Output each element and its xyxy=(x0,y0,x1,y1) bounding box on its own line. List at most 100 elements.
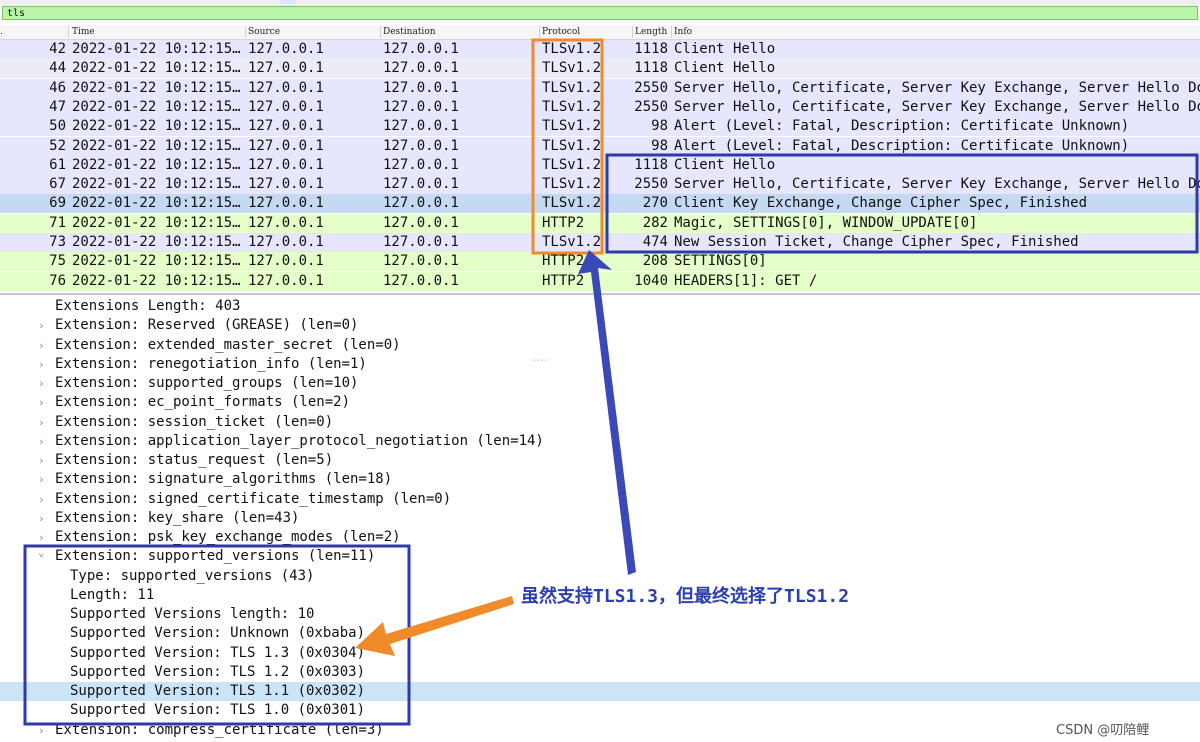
toolbar-tab[interactable] xyxy=(280,0,296,4)
detail-tree-item[interactable]: › Extension: supported_groups (len=10) xyxy=(0,374,1200,393)
detail-text: Extension: compress_certificate (len=3) xyxy=(55,721,384,738)
packet-row[interactable]: 52 2022-01-22 10:12:15… 127.0.0.1 127.0.0.1… xyxy=(0,136,1200,156)
footer-credit: CSDN @叨陪鲤 xyxy=(1056,723,1150,738)
column-header-time[interactable]: Time xyxy=(72,27,95,37)
packet-protocol: HTTP2 xyxy=(542,253,585,270)
packet-row[interactable]: 61 2022-01-22 10:12:15… 127.0.0.1 127.0.0.1… xyxy=(0,155,1200,175)
packet-row[interactable]: 67 2022-01-22 10:12:15… 127.0.0.1 127.0.0.1… xyxy=(0,175,1200,195)
packet-protocol: TLSv1.2 xyxy=(542,137,602,154)
packet-row[interactable]: 75 2022-01-22 10:12:15… 127.0.0.1 127.0.0.1… xyxy=(0,252,1200,272)
packet-length: 2550 xyxy=(634,176,668,193)
packet-info: Server Hello, Certificate, Server Key Ex… xyxy=(674,176,1200,193)
packet-protocol: HTTP2 xyxy=(542,214,585,231)
detail-tree-item[interactable]: › Extension: Reserved (GREASE) (len=0) xyxy=(0,316,1200,335)
chevron-right-icon[interactable]: › xyxy=(38,490,45,509)
display-filter-input[interactable]: tls xyxy=(2,6,1198,20)
packet-source: 127.0.0.1 xyxy=(248,156,324,173)
detail-tree-item[interactable]: › Extension: renegotiation_info (len=1) xyxy=(0,355,1200,374)
packet-source: 127.0.0.1 xyxy=(248,98,324,115)
packet-row[interactable]: 76 2022-01-22 10:12:15… 127.0.0.1 127.0.0.1… xyxy=(0,271,1200,291)
packet-row[interactable]: 46 2022-01-22 10:12:15… 127.0.0.1 127.0.0.1… xyxy=(0,78,1200,98)
detail-tree-item[interactable]: › Extension: key_share (len=43) xyxy=(0,509,1200,528)
pane-splitter[interactable] xyxy=(0,293,1200,295)
detail-text: Type: supported_versions (43) xyxy=(70,567,315,584)
detail-tree-item[interactable]: › Extension: signature_algorithms (len=18… xyxy=(0,470,1200,489)
detail-tree-item[interactable]: Supported Version: TLS 1.0 (0x0301) xyxy=(0,701,1200,720)
detail-tree-item[interactable]: › Extension: extended_master_secret (len=… xyxy=(0,336,1200,355)
packet-info: New Session Ticket, Change Cipher Spec, … xyxy=(674,234,1079,250)
chevron-right-icon[interactable]: › xyxy=(38,355,45,374)
detail-text: Extensions Length: 403 xyxy=(55,298,241,314)
column-header-protocol[interactable]: Protocol xyxy=(542,27,580,37)
packet-row[interactable]: 73 2022-01-22 10:12:15… 127.0.0.1 127.0.0.1… xyxy=(0,233,1200,252)
chevron-right-icon[interactable]: › xyxy=(38,451,45,470)
chevron-right-icon[interactable]: › xyxy=(38,413,45,432)
column-header-source[interactable]: Source xyxy=(248,27,280,37)
packet-row[interactable]: 69 2022-01-22 10:12:15… 127.0.0.1 127.0.0.1… xyxy=(0,194,1200,214)
packet-destination: 127.0.0.1 xyxy=(383,234,459,250)
chevron-right-icon[interactable]: › xyxy=(38,316,45,335)
detail-tree-item[interactable]: ⌄ Extension: supported_versions (len=11) xyxy=(0,546,1200,566)
packet-length: 1118 xyxy=(634,41,668,57)
chevron-right-icon[interactable]: › xyxy=(38,336,45,355)
chevron-right-icon[interactable]: › xyxy=(38,470,45,489)
chevron-right-icon[interactable]: › xyxy=(38,432,45,451)
detail-tree-item[interactable]: Supported Version: TLS 1.2 (0x0303) xyxy=(0,663,1200,682)
packet-length: 2550 xyxy=(634,79,668,96)
detail-text: Extension: supported_groups (len=10) xyxy=(55,375,359,391)
packet-time: 2022-01-22 10:12:15… xyxy=(72,214,241,231)
packet-list: 42 2022-01-22 10:12:15… 127.0.0.1 127.0.0.1… xyxy=(0,40,1200,292)
packet-info: SETTINGS[0] xyxy=(674,253,767,270)
packet-time: 2022-01-22 10:12:15… xyxy=(72,176,241,193)
packet-number: 69 xyxy=(49,195,66,212)
column-header-no[interactable]: . xyxy=(0,27,6,37)
detail-tree-item[interactable]: Supported Version: TLS 1.1 (0x0302) xyxy=(0,682,1200,701)
column-header-destination[interactable]: Destination xyxy=(383,27,436,37)
detail-text: Extension: application_layer_protocol_ne… xyxy=(55,432,544,449)
detail-text: Extension: Reserved (GREASE) (len=0) xyxy=(55,317,359,334)
packet-protocol: TLSv1.2 xyxy=(542,234,602,250)
packet-row[interactable]: 71 2022-01-22 10:12:15… 127.0.0.1 127.0.0.1… xyxy=(0,213,1200,233)
packet-destination: 127.0.0.1 xyxy=(383,195,459,212)
packet-row[interactable]: 50 2022-01-22 10:12:15… 127.0.0.1 127.0.0.1… xyxy=(0,117,1200,137)
packet-row[interactable]: 42 2022-01-22 10:12:15… 127.0.0.1 127.0.0.1… xyxy=(0,40,1200,59)
detail-text: Supported Version: Unknown (0xbaba) xyxy=(70,625,366,642)
packet-number: 75 xyxy=(49,253,66,270)
chevron-down-icon[interactable]: ⌄ xyxy=(38,543,45,562)
detail-tree-item[interactable]: Supported Version: TLS 1.3 (0x0304) xyxy=(0,644,1200,663)
packet-info: Server Hello, Certificate, Server Key Ex… xyxy=(674,98,1200,115)
detail-text: Supported Versions length: 10 xyxy=(70,606,315,622)
detail-tree-item[interactable]: Supported Version: Unknown (0xbaba) xyxy=(0,624,1200,643)
packet-destination: 127.0.0.1 xyxy=(383,118,459,135)
packet-info: Magic, SETTINGS[0], WINDOW_UPDATE[0] xyxy=(674,214,978,231)
packet-destination: 127.0.0.1 xyxy=(383,214,459,231)
detail-tree-item[interactable]: › Extension: application_layer_protocol_n… xyxy=(0,432,1200,451)
chevron-right-icon[interactable]: › xyxy=(38,374,45,393)
packet-row[interactable]: 47 2022-01-22 10:12:15… 127.0.0.1 127.0.0.1… xyxy=(0,97,1200,117)
packet-source: 127.0.0.1 xyxy=(248,234,324,250)
packet-row[interactable]: 44 2022-01-22 10:12:15… 127.0.0.1 127.0.0.1… xyxy=(0,59,1200,79)
packet-protocol: TLSv1.2 xyxy=(542,98,602,115)
detail-tree-item[interactable]: › Extension: status_request (len=5) xyxy=(0,451,1200,470)
packet-number: 67 xyxy=(49,176,66,193)
detail-tree-item[interactable]: › Extension: ec_point_formats (len=2) xyxy=(0,393,1200,412)
packet-destination: 127.0.0.1 xyxy=(383,253,459,270)
column-header-info[interactable]: Info xyxy=(674,27,692,37)
packet-info: Alert (Level: Fatal, Description: Certif… xyxy=(674,137,1130,154)
column-header-length[interactable]: Length xyxy=(635,27,667,37)
detail-tree-item[interactable]: › Extension: signed_certificate_timestamp… xyxy=(0,490,1200,509)
chevron-right-icon[interactable]: › xyxy=(38,509,45,528)
packet-number: 50 xyxy=(49,118,66,135)
chevron-right-icon[interactable]: › xyxy=(38,393,45,412)
chevron-right-icon[interactable]: › xyxy=(38,721,45,740)
packet-time: 2022-01-22 10:12:15… xyxy=(72,41,241,57)
detail-tree-item[interactable]: › Extension: psk_key_exchange_modes (len=… xyxy=(0,528,1200,547)
detail-tree-item[interactable]: › Extension: compress_certificate (len=3) xyxy=(0,721,1200,740)
detail-tree-item[interactable]: Extensions Length: 403 xyxy=(0,297,1200,316)
packet-length: 98 xyxy=(651,137,668,154)
packet-source: 127.0.0.1 xyxy=(248,272,324,289)
packet-source: 127.0.0.1 xyxy=(248,253,324,270)
detail-tree-item[interactable]: › Extension: session_ticket (len=0) xyxy=(0,413,1200,432)
packet-time: 2022-01-22 10:12:15… xyxy=(72,137,241,154)
packet-length: 474 xyxy=(642,234,668,250)
